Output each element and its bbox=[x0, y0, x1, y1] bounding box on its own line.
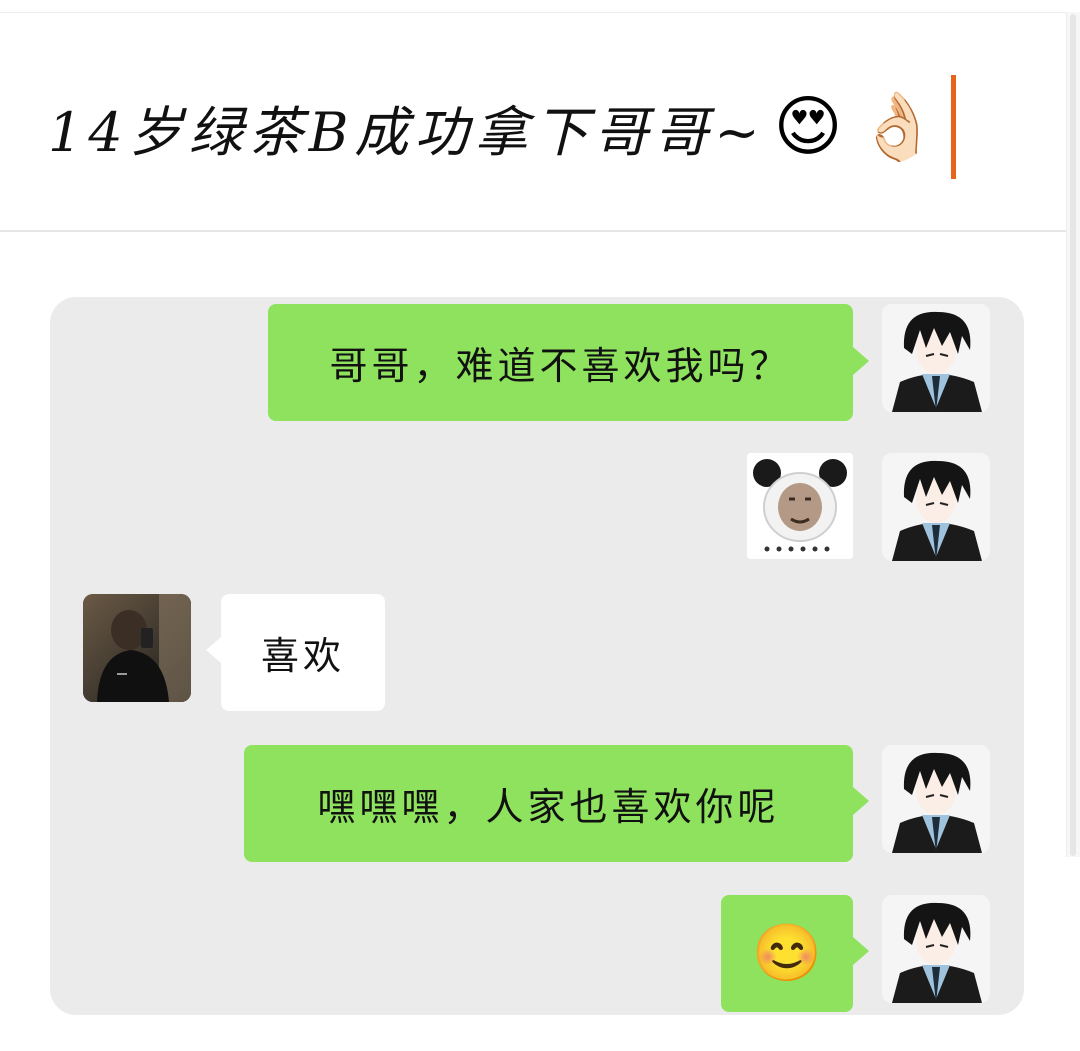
top-divider bbox=[0, 12, 1066, 13]
bubble-tail bbox=[853, 937, 869, 965]
post-title[interactable]: 14岁绿茶B成功拿下哥哥~ 😍 👌🏻 bbox=[48, 72, 956, 182]
mirror-selfie-avatar[interactable] bbox=[83, 594, 191, 702]
text-cursor bbox=[950, 75, 956, 179]
screenshot-page: 14岁绿茶B成功拿下哥哥~ 😍 👌🏻 哥哥，难道不喜欢我吗？ 喜欢 嘿嘿嘿，人家… bbox=[0, 0, 1080, 1051]
scrollbar-thumb[interactable] bbox=[1070, 14, 1076, 856]
title-text: 14岁绿茶B成功拿下哥哥~ bbox=[48, 100, 766, 164]
message-bubble-received[interactable]: 喜欢 bbox=[221, 594, 385, 711]
anime-boy-avatar[interactable] bbox=[882, 453, 990, 561]
bubble-tail bbox=[853, 787, 869, 815]
message-bubble-sent[interactable]: 嘿嘿嘿，人家也喜欢你呢 bbox=[244, 745, 853, 862]
message-bubble-sent[interactable]: 😊 bbox=[721, 895, 853, 1012]
message-text: 嘿嘿嘿，人家也喜欢你呢 bbox=[317, 785, 780, 829]
anime-boy-avatar[interactable] bbox=[882, 745, 990, 853]
message-text: 喜欢 bbox=[260, 634, 345, 678]
title-divider bbox=[0, 230, 1066, 232]
bubble-tail bbox=[853, 347, 869, 375]
blushing-smile-emoji-icon: 😊 bbox=[752, 920, 822, 986]
message-bubble-sent[interactable]: 哥哥，难道不喜欢我吗？ bbox=[268, 304, 853, 421]
panda-meme-sticker[interactable] bbox=[747, 453, 853, 559]
anime-boy-avatar[interactable] bbox=[882, 895, 990, 1003]
message-text: 哥哥，难道不喜欢我吗？ bbox=[329, 344, 792, 388]
ok-hand-emoji-icon: 👌🏻 bbox=[856, 88, 939, 165]
chat-screenshot: 哥哥，难道不喜欢我吗？ 喜欢 嘿嘿嘿，人家也喜欢你呢 😊 bbox=[50, 297, 1024, 1015]
bubble-tail bbox=[206, 637, 221, 663]
anime-boy-avatar[interactable] bbox=[882, 304, 990, 412]
heart-eyes-emoji-icon: 😍 bbox=[773, 88, 843, 165]
